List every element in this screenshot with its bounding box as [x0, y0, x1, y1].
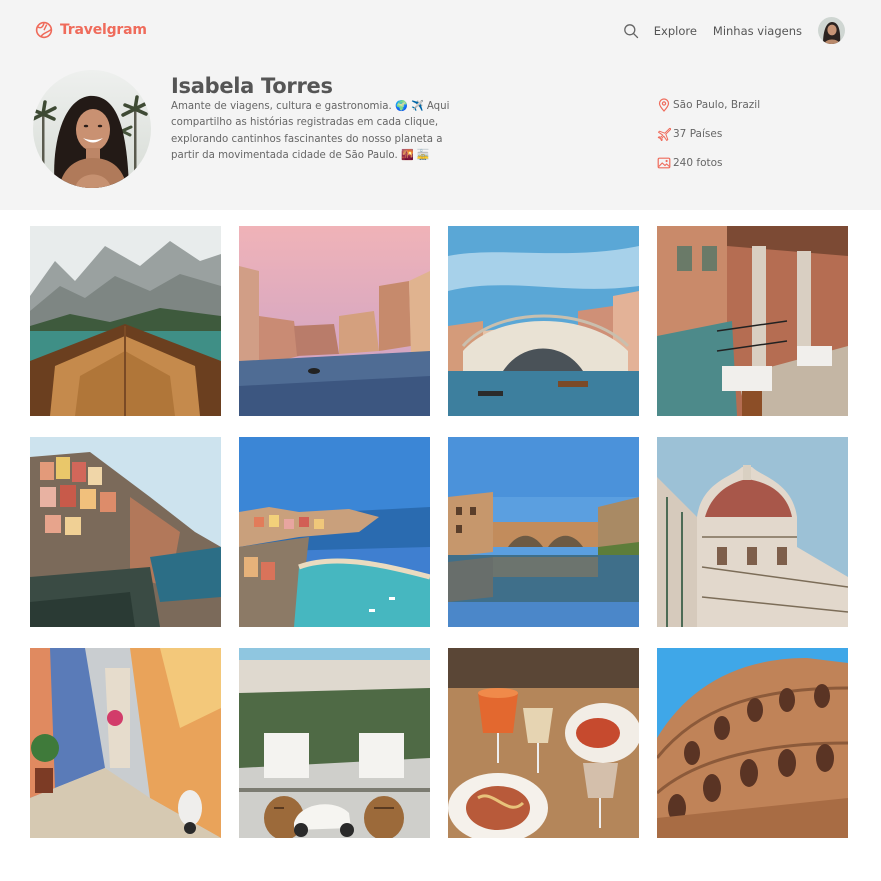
photo-florence-ponte-vecchio[interactable]	[448, 437, 639, 627]
profile-stats: São Paulo, Brazil 37 Países 240 fotos	[657, 90, 760, 177]
globe-icon	[35, 21, 53, 39]
search-icon[interactable]	[623, 23, 639, 39]
airplane-icon	[657, 127, 671, 141]
photo-florence-cathedral-dome[interactable]	[657, 437, 848, 627]
nav-link-minhas-viagens[interactable]: Minhas viagens	[713, 24, 802, 38]
photo-cinque-terre-harbor-aerial[interactable]	[239, 437, 430, 627]
photo-venice-canal-dusk[interactable]	[239, 226, 430, 416]
photo-venice-rialto-bridge[interactable]	[448, 226, 639, 416]
stat-countries-text: 37 Países	[673, 127, 723, 140]
nav-link-explore[interactable]: Explore	[654, 24, 697, 38]
photo-dinner-table-spritz-pasta[interactable]	[448, 648, 639, 838]
profile-name: Isabela Torres	[171, 74, 333, 98]
stat-countries: 37 Países	[657, 119, 760, 148]
profile-photo	[33, 70, 151, 188]
photo-mountain-lake-boat[interactable]	[30, 226, 221, 416]
photo-cafe-vespa-wine-barrels[interactable]	[239, 648, 430, 838]
profile-bio: Amante de viagens, cultura e gastronomia…	[171, 101, 450, 162]
top-nav: Explore Minhas viagens	[623, 17, 845, 44]
photo-colorful-alley-vespa[interactable]	[30, 648, 221, 838]
stat-photos-text: 240 fotos	[673, 156, 723, 169]
app-logo[interactable]: Travelgram	[35, 21, 147, 39]
stat-location: São Paulo, Brazil	[657, 90, 760, 119]
photo-cinque-terre-cliff-village[interactable]	[30, 437, 221, 627]
stat-location-text: São Paulo, Brazil	[673, 98, 761, 111]
user-avatar[interactable]	[818, 17, 845, 44]
photo-venice-canal-terrace-restaurant[interactable]	[657, 226, 848, 416]
image-icon	[657, 157, 671, 168]
location-pin-icon	[658, 97, 670, 112]
stat-photos: 240 fotos	[657, 148, 760, 177]
app-name: Travelgram	[60, 22, 147, 38]
photo-rome-colosseum[interactable]	[657, 648, 848, 838]
photo-grid	[30, 226, 848, 838]
